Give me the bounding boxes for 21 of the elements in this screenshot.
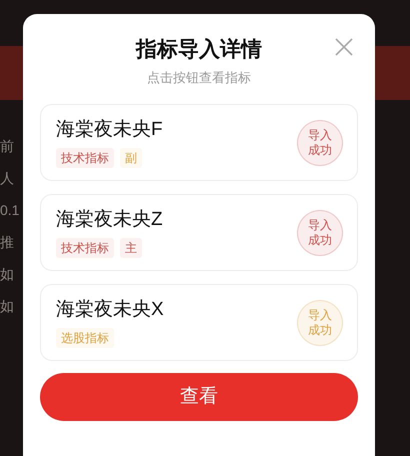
background-text: 如	[0, 265, 15, 284]
indicator-tag: 主	[120, 238, 142, 258]
dialog-subtitle: 点击按钮查看指标	[147, 69, 251, 87]
indicator-tag: 技术指标	[56, 238, 114, 258]
indicator-tag: 副	[120, 148, 142, 168]
indicator-name: 海棠夜未央Z	[56, 208, 163, 232]
background-text: 人	[0, 169, 15, 188]
indicator-name: 海棠夜未央F	[56, 118, 163, 142]
indicator-tag: 选股指标	[56, 328, 114, 348]
view-button[interactable]: 查看	[40, 373, 358, 421]
background-text: 推	[0, 233, 15, 252]
import-status-badge: 导入成功	[297, 120, 343, 166]
background-text: 前	[0, 137, 15, 156]
background-text: 0.1	[0, 201, 20, 220]
background-text: 如	[0, 297, 15, 316]
import-status-badge: 导入成功	[297, 210, 343, 256]
indicator-tag: 技术指标	[56, 148, 114, 168]
import-status-badge: 导入成功	[297, 300, 343, 346]
dialog-title: 指标导入详情	[136, 36, 262, 63]
indicator-name: 海棠夜未央X	[56, 298, 164, 322]
close-icon[interactable]	[334, 37, 354, 57]
